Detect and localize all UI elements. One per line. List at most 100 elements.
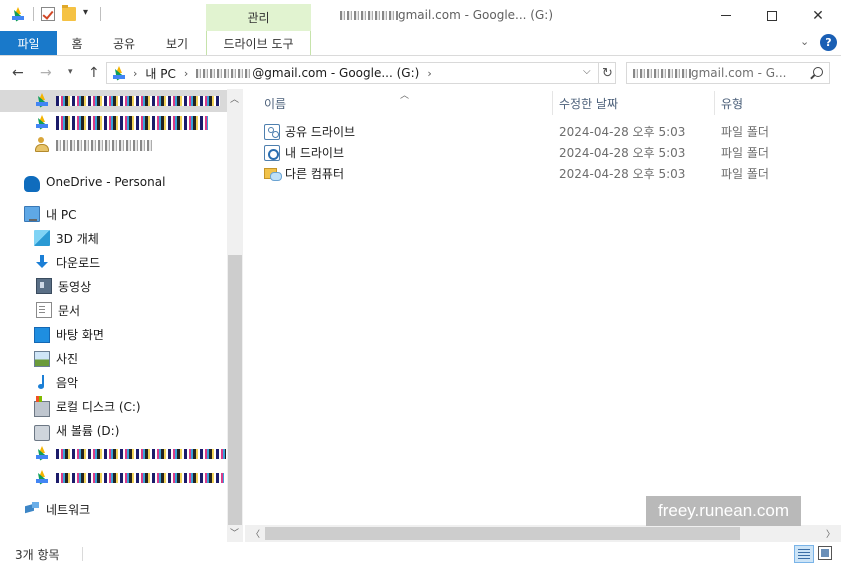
recent-locations-chevron-icon[interactable]: ▾ xyxy=(68,67,73,77)
breadcrumb-chevron-icon[interactable]: › xyxy=(133,67,137,80)
tab-share[interactable]: 공유 xyxy=(101,31,147,55)
redacted-label xyxy=(56,449,226,459)
redacted-label xyxy=(56,96,220,106)
column-header-name[interactable]: 이름 xyxy=(264,89,286,117)
nav-item-desktop[interactable]: 바탕 화면 xyxy=(0,323,227,345)
other-computers-icon xyxy=(264,166,282,182)
file-date: 2024-04-28 오후 5:03 xyxy=(559,146,686,160)
expand-ribbon-chevron-icon[interactable]: ⌄ xyxy=(800,35,809,48)
title-bar: ▾ 관리 gmail.com - Google... (G:) ✕ xyxy=(0,0,841,31)
redacted-email xyxy=(340,11,398,20)
download-icon xyxy=(34,254,50,270)
file-name: 내 드라이브 xyxy=(285,146,345,160)
nav-item-google-drive-selected[interactable] xyxy=(0,90,227,112)
column-header-date-modified[interactable]: 수정한 날짜 xyxy=(559,89,618,117)
breadcrumb-this-pc[interactable]: 내 PC xyxy=(145,65,175,82)
scroll-left-chevron-icon[interactable]: 〈 xyxy=(251,527,260,540)
scrollbar-thumb[interactable] xyxy=(265,527,740,540)
navigation-bar: ← → ▾ ↑ › 내 PC › @gmail.com - Google... … xyxy=(0,57,841,89)
tab-file[interactable]: 파일 xyxy=(0,31,57,55)
address-bar[interactable]: › 내 PC › @gmail.com - Google... (G:) › ⌵… xyxy=(106,62,616,84)
scrollbar-thumb[interactable] xyxy=(228,255,242,525)
close-button[interactable]: ✕ xyxy=(795,0,841,31)
column-divider[interactable] xyxy=(552,91,553,115)
large-icons-view-icon[interactable] xyxy=(818,546,832,560)
minimize-button[interactable] xyxy=(703,0,749,31)
help-icon[interactable]: ? xyxy=(820,34,837,51)
file-type: 파일 폴더 xyxy=(721,125,769,139)
breadcrumb-chevron-icon[interactable]: › xyxy=(184,67,188,80)
nav-item-local-disk-c[interactable]: 로컬 디스크 (C:) xyxy=(0,395,227,417)
nav-item-onedrive[interactable]: OneDrive - Personal xyxy=(0,171,227,193)
nav-item-google-drive[interactable] xyxy=(0,112,227,134)
google-drive-icon xyxy=(34,446,50,462)
sort-ascending-chevron-icon: ︿ xyxy=(400,91,410,101)
nav-item-user[interactable] xyxy=(0,134,227,156)
column-divider[interactable] xyxy=(714,91,715,115)
back-arrow-icon[interactable]: ← xyxy=(12,65,24,81)
nav-item-label: OneDrive - Personal xyxy=(46,175,166,189)
pictures-icon xyxy=(34,351,50,367)
file-row[interactable]: 다른 컴퓨터 2024-04-28 오후 5:03 파일 폴더 xyxy=(264,163,824,184)
properties-icon[interactable] xyxy=(41,7,55,21)
search-icon[interactable] xyxy=(813,67,823,77)
user-folder-icon xyxy=(34,137,50,153)
tab-view[interactable]: 보기 xyxy=(153,31,201,55)
scroll-right-chevron-icon[interactable]: 〉 xyxy=(826,527,835,540)
quick-access-toolbar: ▾ xyxy=(10,5,101,22)
nav-item-3d-objects[interactable]: 3D 개체 xyxy=(0,227,227,249)
search-input[interactable]: gmail.com - G... xyxy=(626,62,830,84)
file-row[interactable]: 공유 드라이브 2024-04-28 오후 5:03 파일 폴더 xyxy=(264,121,824,142)
nav-item-documents[interactable]: 문서 xyxy=(0,299,227,321)
nav-item-label: 네트워크 xyxy=(46,502,91,517)
breadcrumb-drive[interactable]: @gmail.com - Google... (G:) xyxy=(252,66,419,80)
music-note-icon xyxy=(34,374,50,390)
watermark: freey.runean.com xyxy=(646,496,801,526)
shared-drive-icon xyxy=(264,123,280,140)
nav-item-label: 로컬 디스크 (C:) xyxy=(56,399,141,414)
nav-item-downloads[interactable]: 다운로드 xyxy=(0,251,227,273)
network-icon xyxy=(24,501,40,517)
scroll-down-chevron-icon[interactable]: ﹀ xyxy=(230,526,239,539)
nav-item-pictures[interactable]: 사진 xyxy=(0,347,227,369)
3d-objects-icon xyxy=(34,230,50,246)
nav-item-this-pc[interactable]: 내 PC xyxy=(0,203,227,225)
maximize-button[interactable] xyxy=(749,0,795,31)
drive-icon xyxy=(34,425,50,441)
redacted-email xyxy=(633,68,691,78)
nav-item-label: 바탕 화면 xyxy=(56,327,104,342)
tab-drive-tools[interactable]: 드라이브 도구 xyxy=(206,31,311,55)
up-arrow-icon[interactable]: ↑ xyxy=(88,65,100,81)
nav-item-label: 다운로드 xyxy=(56,255,101,270)
nav-item-google-drive-3[interactable] xyxy=(0,467,227,489)
google-drive-icon xyxy=(34,470,50,486)
nav-item-google-drive-2[interactable] xyxy=(0,443,227,465)
column-header-type[interactable]: 유형 xyxy=(721,89,743,117)
nav-item-videos[interactable]: 동영상 xyxy=(0,275,227,297)
nav-item-network[interactable]: 네트워크 xyxy=(0,498,227,520)
navigation-pane: OneDrive - Personal 내 PC 3D 개체 다운로드 동영상 … xyxy=(0,89,243,542)
address-dropdown-chevron-icon[interactable]: ⌵ xyxy=(583,66,591,77)
nav-item-label: 동영상 xyxy=(58,279,92,294)
file-list: ︿ 이름 수정한 날짜 유형 공유 드라이브 2024-04-28 오후 5:0… xyxy=(245,89,841,542)
nav-item-music[interactable]: 음악 xyxy=(0,371,227,393)
file-row[interactable]: 내 드라이브 2024-04-28 오후 5:03 파일 폴더 xyxy=(264,142,824,163)
horizontal-scrollbar[interactable]: 〈 〉 xyxy=(245,525,841,542)
video-icon xyxy=(36,278,52,294)
tab-home[interactable]: 홈 xyxy=(57,31,97,55)
nav-item-volume-d[interactable]: 새 볼륨 (D:) xyxy=(0,419,227,441)
google-drive-icon xyxy=(111,66,127,81)
scroll-up-chevron-icon[interactable]: ︿ xyxy=(230,92,239,105)
context-tab-manage[interactable]: 관리 xyxy=(206,4,311,31)
new-folder-icon[interactable] xyxy=(62,5,76,21)
file-date: 2024-04-28 오후 5:03 xyxy=(559,167,686,181)
details-view-icon[interactable] xyxy=(794,545,814,563)
breadcrumb-chevron-icon[interactable]: › xyxy=(427,67,431,80)
window-title: gmail.com - Google... (G:) xyxy=(340,8,553,22)
search-placeholder: gmail.com - G... xyxy=(691,66,787,80)
forward-arrow-icon[interactable]: → xyxy=(40,65,52,81)
navigation-scrollbar[interactable]: ︿ ﹀ xyxy=(227,89,243,542)
file-name: 공유 드라이브 xyxy=(285,125,356,139)
customize-toolbar-chevron-icon[interactable]: ▾ xyxy=(83,7,93,21)
refresh-icon[interactable]: ↻ xyxy=(598,63,616,83)
